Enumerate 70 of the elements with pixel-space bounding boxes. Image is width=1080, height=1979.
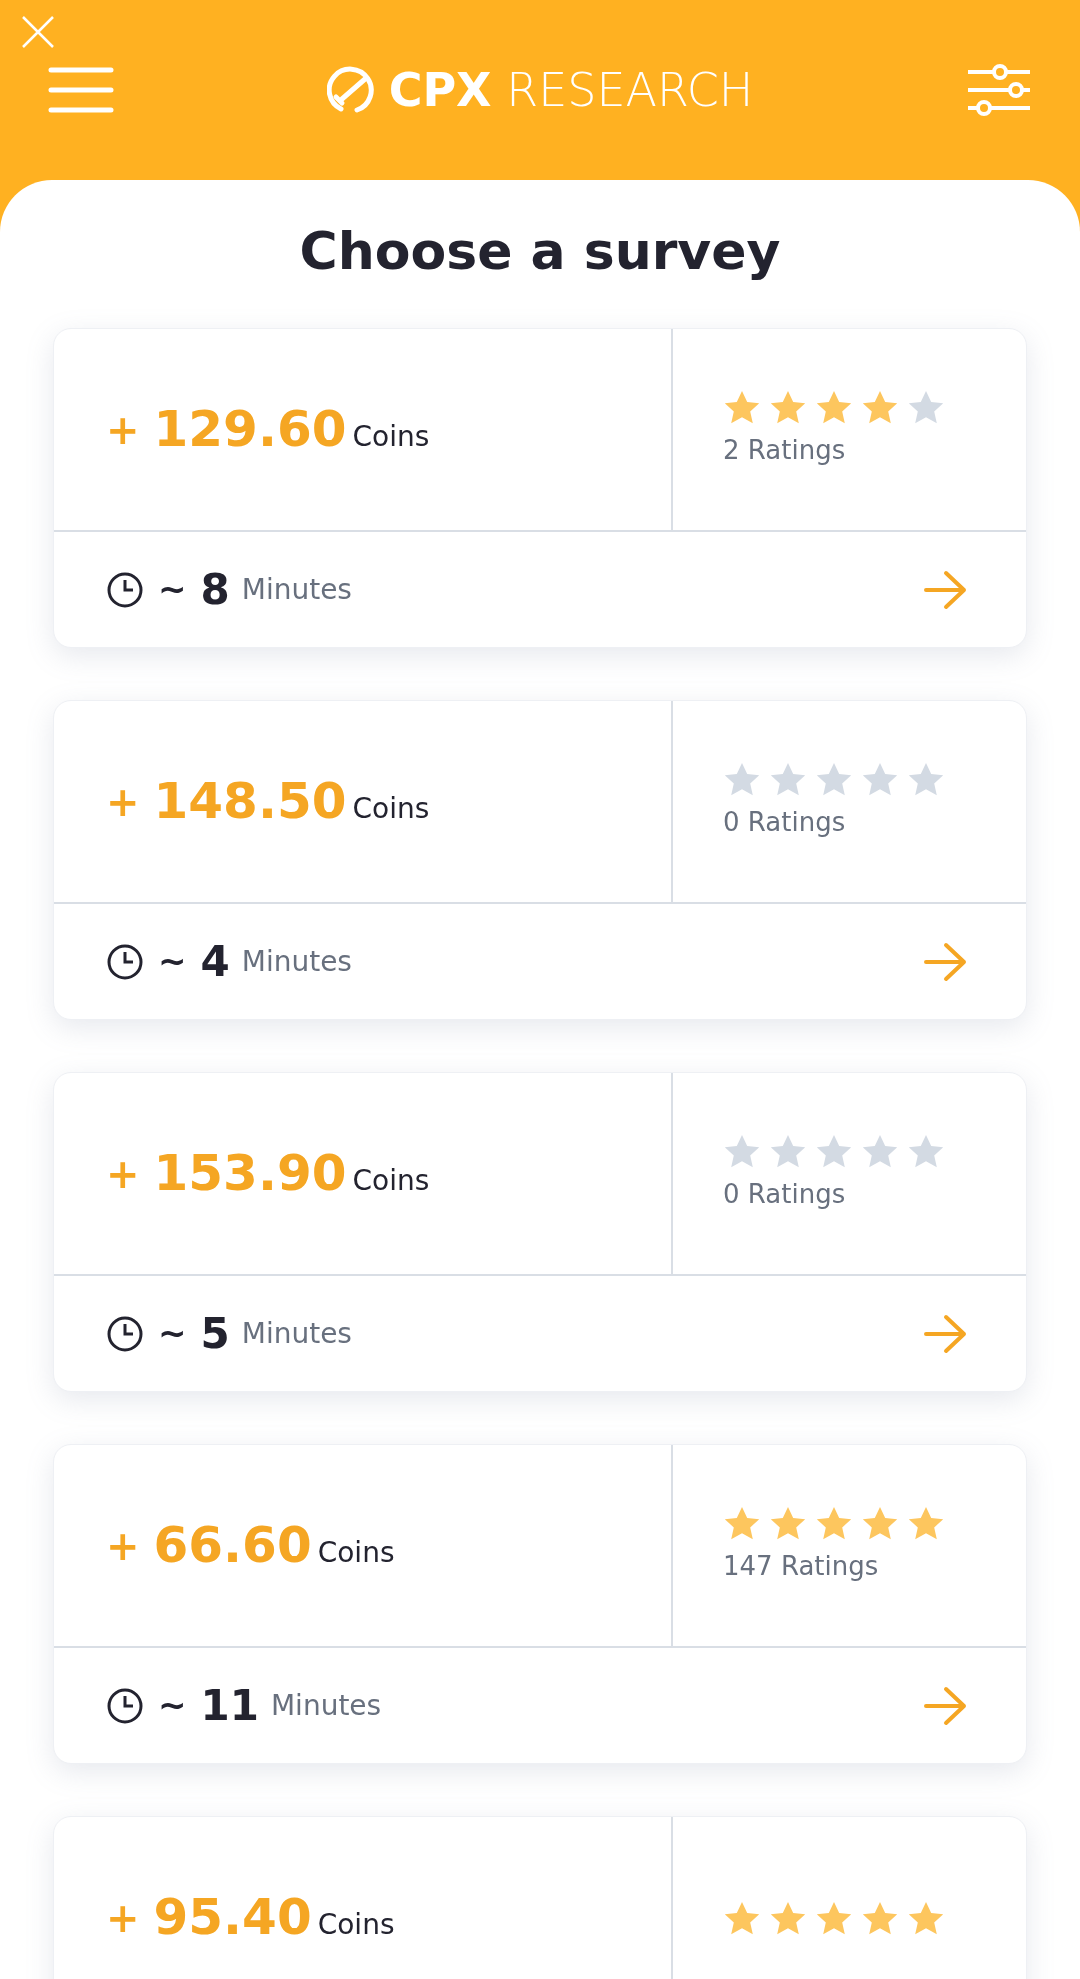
coin-unit: Coins [317, 1907, 395, 1944]
star-icon [769, 1505, 807, 1542]
tilde: ~ [158, 1312, 187, 1356]
empty-star-icon [907, 389, 945, 426]
coin-unit: Coins [352, 1163, 430, 1200]
ratings-count: 2 Ratings [723, 434, 847, 468]
star-icon [769, 389, 807, 426]
duration-unit: Minutes [241, 1315, 352, 1352]
close-icon[interactable] [20, 14, 56, 50]
filter-icon[interactable] [966, 62, 1032, 118]
clock-icon [106, 1686, 144, 1725]
menu-icon[interactable] [48, 66, 114, 114]
star-icon [723, 1505, 761, 1542]
duration-value: 5 [200, 1308, 230, 1361]
ratings-count: 0 Ratings [723, 806, 847, 840]
tilde: ~ [158, 568, 187, 612]
coin-amount: 148.50 [153, 771, 347, 833]
star-icon [723, 389, 761, 426]
plus-sign: + [106, 1521, 140, 1571]
coin-unit: Coins [317, 1535, 395, 1572]
coin-amount: 153.90 [153, 1143, 347, 1205]
empty-star-icon [861, 1133, 899, 1170]
clock-icon [106, 570, 144, 609]
empty-star-icon [907, 761, 945, 798]
empty-star-icon [769, 761, 807, 798]
survey-card[interactable]: + 66.60 Coins 147 Ratings ~ 11 Minutes [53, 1444, 1027, 1765]
ratings-count: 0 Ratings [723, 1178, 847, 1212]
coin-unit: Coins [352, 419, 430, 456]
ratings-count: 147 Ratings [723, 1550, 880, 1584]
empty-star-icon [907, 1133, 945, 1170]
star-icon [815, 1505, 853, 1542]
survey-card[interactable]: + 129.60 Coins 2 Ratings ~ 8 Minutes [53, 328, 1027, 649]
empty-star-icon [815, 761, 853, 798]
arrow-right-icon[interactable] [924, 1685, 968, 1726]
coin-amount: 95.40 [153, 1887, 312, 1949]
coin-amount: 129.60 [153, 399, 347, 461]
empty-star-icon [769, 1133, 807, 1170]
plus-sign: + [106, 405, 140, 455]
arrow-right-icon[interactable] [924, 569, 968, 610]
survey-card[interactable]: + 153.90 Coins 0 Ratings ~ 5 Minutes [53, 1072, 1027, 1393]
duration-value: 4 [200, 936, 230, 989]
coin-unit: Coins [352, 791, 430, 828]
coin-amount: 66.60 [153, 1515, 312, 1577]
plus-sign: + [106, 777, 140, 827]
tilde: ~ [158, 1684, 187, 1728]
empty-star-icon [723, 1133, 761, 1170]
page-title: Choose a survey [298, 220, 782, 283]
logo-icon [326, 65, 377, 115]
arrow-right-icon[interactable] [924, 1313, 968, 1354]
empty-star-icon [723, 761, 761, 798]
survey-card[interactable]: + 148.50 Coins 0 Ratings ~ 4 Minutes [53, 700, 1027, 1021]
duration-unit: Minutes [241, 943, 352, 980]
clock-icon [106, 942, 144, 981]
clock-icon [106, 1314, 144, 1353]
plus-sign: + [106, 1149, 140, 1199]
star-icon [861, 389, 899, 426]
duration-unit: Minutes [241, 571, 352, 608]
empty-star-icon [861, 761, 899, 798]
star-icon [907, 1505, 945, 1542]
survey-card[interactable]: + 95.40 Coins [53, 1816, 1027, 1979]
duration-value: 11 [200, 1680, 259, 1733]
star-icon [861, 1505, 899, 1542]
plus-sign: + [106, 1893, 140, 1943]
star-icon [815, 389, 853, 426]
arrow-right-icon[interactable] [924, 941, 968, 982]
duration-unit: Minutes [270, 1687, 382, 1724]
brand-name: CPX RESEARCH [388, 61, 754, 119]
duration-value: 8 [200, 564, 230, 617]
empty-star-icon [815, 1133, 853, 1170]
tilde: ~ [158, 940, 187, 984]
